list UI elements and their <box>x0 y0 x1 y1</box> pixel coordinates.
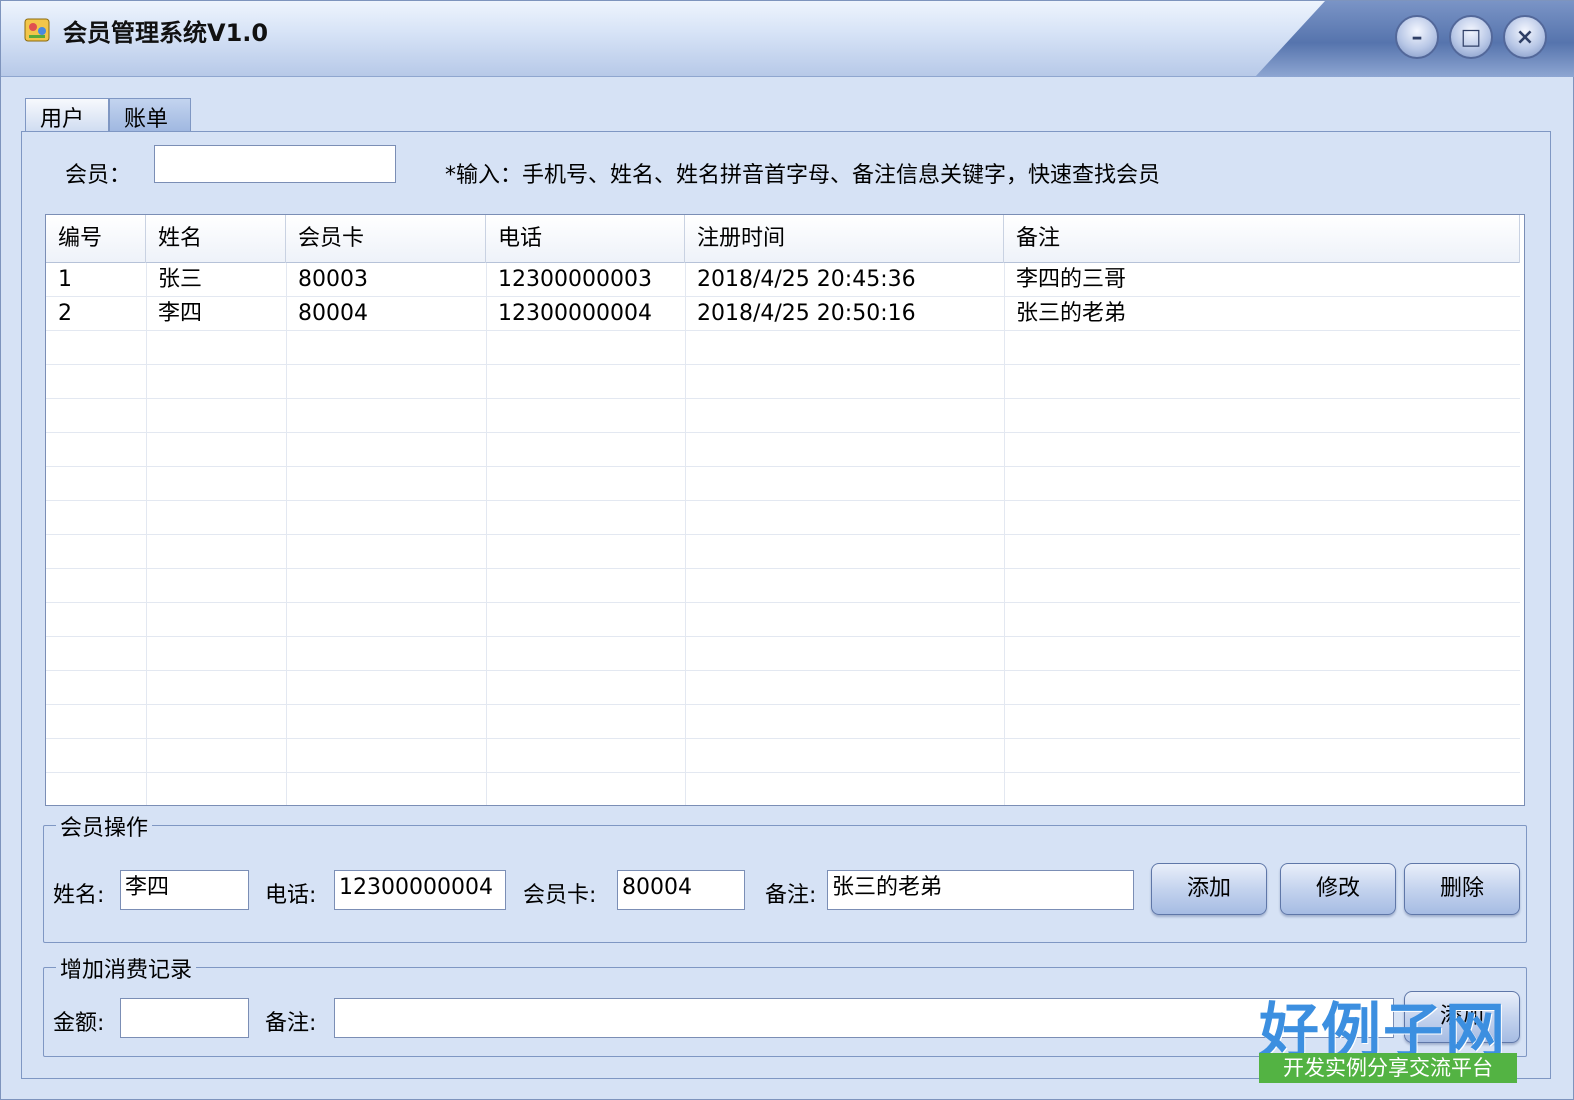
empty-row <box>46 467 1520 501</box>
column-header[interactable]: 姓名 <box>146 215 286 263</box>
cell-registered: 2018/4/25 20:50:16 <box>697 301 916 326</box>
maximize-button[interactable]: □ <box>1449 15 1493 59</box>
member-search-input[interactable] <box>154 145 396 183</box>
tab-users[interactable]: 用户 <box>25 98 109 132</box>
close-button[interactable]: × <box>1503 15 1547 59</box>
empty-row <box>46 739 1520 773</box>
cell-name: 李四 <box>158 301 203 326</box>
empty-row <box>46 773 1520 805</box>
phone-field[interactable]: 12300000004 <box>334 870 506 910</box>
close-icon: × <box>1515 24 1535 50</box>
amount-label: 金额: <box>53 1011 105 1036</box>
phone-label: 电话: <box>265 883 317 908</box>
empty-row <box>46 331 1520 365</box>
empty-row <box>46 399 1520 433</box>
minimize-icon: – <box>1411 24 1423 50</box>
member-table[interactable]: 编号 姓名 会员卡 电话 注册时间 备注 1 张三 80003 12300000… <box>45 214 1525 806</box>
column-header[interactable]: 编号 <box>46 215 146 263</box>
delete-member-button[interactable]: 删除 <box>1404 863 1520 915</box>
cell-card: 80004 <box>298 301 368 326</box>
empty-row <box>46 637 1520 671</box>
consumption-note-label: 备注: <box>265 1011 317 1036</box>
maximize-icon: □ <box>1460 24 1482 50</box>
consumption-note-field[interactable] <box>334 998 1394 1038</box>
main-window: 会员管理系统V1.0 – □ × 用户 账单 会员： *输入：手机号、姓名、姓名… <box>0 0 1574 1100</box>
minimize-button[interactable]: – <box>1395 15 1439 59</box>
table-row[interactable]: 2 李四 80004 12300000004 2018/4/25 20:50:1… <box>46 297 1520 331</box>
empty-row <box>46 365 1520 399</box>
table-header: 编号 姓名 会员卡 电话 注册时间 备注 <box>46 215 1520 263</box>
name-field[interactable]: 李四 <box>120 870 249 910</box>
app-icon <box>24 18 50 42</box>
empty-row <box>46 671 1520 705</box>
note-label: 备注: <box>765 883 817 908</box>
amount-field[interactable] <box>120 998 249 1038</box>
column-header[interactable]: 备注 <box>1004 215 1520 263</box>
column-header[interactable]: 注册时间 <box>685 215 1004 263</box>
tab-bills[interactable]: 账单 <box>109 98 191 132</box>
empty-row <box>46 705 1520 739</box>
empty-row <box>46 501 1520 535</box>
search-label: 会员： <box>65 163 132 188</box>
site-logo: 好例子网 开发实例分享交流平台 <box>1259 983 1517 1087</box>
card-label: 会员卡: <box>523 883 597 908</box>
cell-id: 2 <box>58 301 72 326</box>
name-label: 姓名: <box>53 883 105 908</box>
member-ops-title: 会员操作 <box>56 810 153 842</box>
search-hint: *输入：手机号、姓名、姓名拼音首字母、备注信息关键字，快速查找会员 <box>445 163 1161 188</box>
column-header[interactable]: 会员卡 <box>286 215 486 263</box>
cell-registered: 2018/4/25 20:45:36 <box>697 267 916 292</box>
window-title: 会员管理系统V1.0 <box>63 19 269 47</box>
empty-row <box>46 535 1520 569</box>
cell-name: 张三 <box>158 267 203 292</box>
cell-id: 1 <box>58 267 72 292</box>
empty-row <box>46 433 1520 467</box>
cell-card: 80003 <box>298 267 368 292</box>
empty-row <box>46 569 1520 603</box>
consumption-title: 增加消费记录 <box>56 952 197 984</box>
cell-note: 李四的三哥 <box>1016 267 1127 292</box>
title-bar[interactable]: 会员管理系统V1.0 – □ × <box>1 1 1574 77</box>
cell-phone: 12300000004 <box>498 301 652 326</box>
logo-sub-text: 开发实例分享交流平台 <box>1259 1053 1517 1083</box>
cell-phone: 12300000003 <box>498 267 652 292</box>
note-field[interactable]: 张三的老弟 <box>827 870 1134 910</box>
table-row[interactable]: 1 张三 80003 12300000003 2018/4/25 20:45:3… <box>46 263 1520 297</box>
card-field[interactable]: 80004 <box>617 870 745 910</box>
edit-member-button[interactable]: 修改 <box>1280 863 1396 915</box>
add-member-button[interactable]: 添加 <box>1151 863 1267 915</box>
column-header[interactable]: 电话 <box>486 215 685 263</box>
cell-note: 张三的老弟 <box>1016 301 1127 326</box>
empty-row <box>46 603 1520 637</box>
